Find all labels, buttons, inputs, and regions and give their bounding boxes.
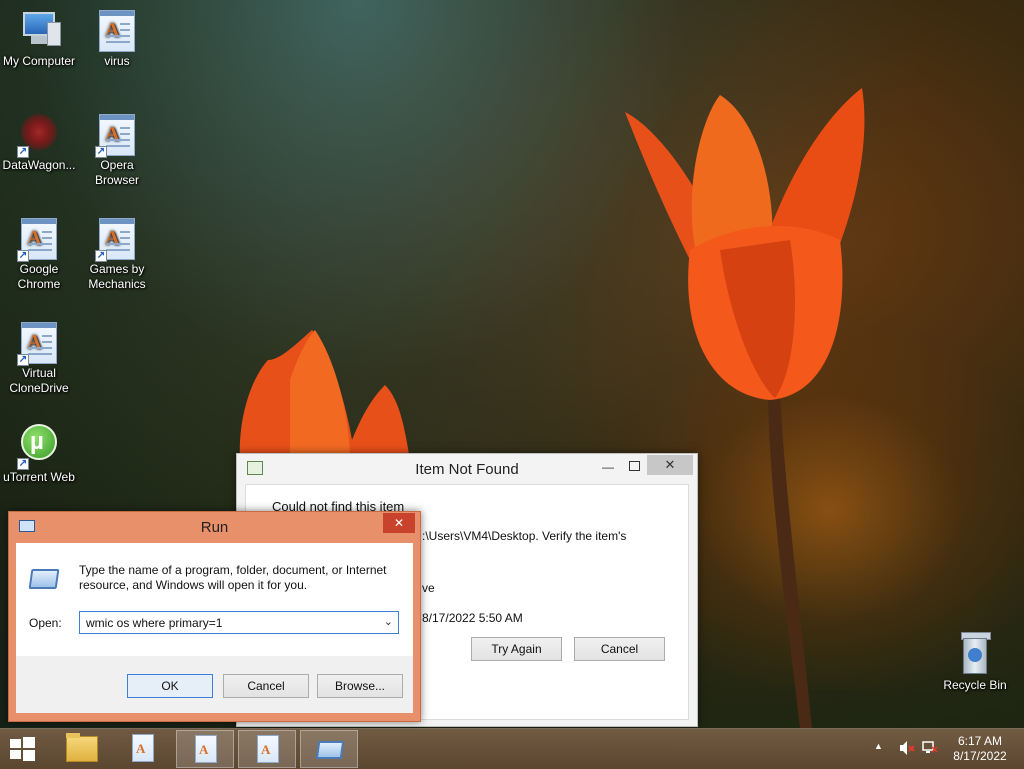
maximize-icon [628, 461, 640, 471]
taskbar-app-2[interactable]: A [176, 730, 234, 768]
run-dialog: Run ✕ Type the name of a program, folder… [8, 511, 421, 722]
chevron-down-icon[interactable]: ⌄ [384, 615, 393, 628]
show-hidden-icons-button[interactable]: ▲ [874, 741, 883, 751]
window-title: Run [200, 519, 229, 536]
close-icon: ✕ [664, 457, 676, 472]
message-date: 8/17/2022 5:50 AM [422, 611, 523, 625]
cancel-button[interactable]: Cancel [574, 637, 665, 661]
taskbar-app-1[interactable]: A [114, 730, 172, 768]
datawagon-icon: ↗ [17, 112, 61, 158]
browse-button[interactable]: Browse... [317, 674, 403, 698]
run-program-icon [315, 741, 345, 759]
document-icon: A [195, 735, 217, 763]
message-path: :\Users\VM4\Desktop. Verify the item's [422, 529, 627, 543]
desktop-icon-label: DataWagon... [2, 158, 76, 172]
document-icon: A ↗ [95, 216, 139, 262]
ok-button[interactable]: OK [127, 674, 213, 698]
taskbar-app-3[interactable]: A [238, 730, 296, 768]
shortcut-arrow-icon: ↗ [95, 250, 107, 262]
desktop-icon-label: My Computer [2, 54, 76, 68]
document-icon: A [132, 734, 154, 762]
minimize-button[interactable]: — [595, 460, 621, 478]
open-label: Open: [29, 616, 62, 630]
windows-logo-icon [10, 737, 35, 761]
desktop-icon-opera[interactable]: A ↗ Opera Browser [79, 112, 155, 188]
run-titlebar[interactable]: Run ✕ [9, 512, 420, 542]
utorrent-icon: µ ↗ [17, 424, 61, 470]
desktop-icon-label: Virtual CloneDrive [9, 366, 69, 395]
desktop-icon-label: Recycle Bin [943, 678, 1007, 692]
desktop-icon-virtual-clonedrive[interactable]: A ↗ Virtual CloneDrive [1, 320, 77, 396]
run-footer: OK Cancel Browse... [16, 656, 413, 713]
maximize-button[interactable] [621, 458, 647, 476]
taskbar-file-explorer[interactable] [54, 730, 112, 768]
folder-icon [66, 736, 98, 762]
recycle-bin-icon [953, 632, 997, 676]
desktop-icon-label: Opera Browser [94, 158, 139, 187]
clock-time: 6:17 AM [957, 734, 1003, 748]
folder-tab [66, 733, 80, 738]
document-icon: A ↗ [17, 320, 61, 366]
shortcut-arrow-icon: ↗ [95, 146, 107, 158]
try-again-button[interactable]: Try Again [471, 637, 562, 661]
document-icon: A [95, 8, 139, 52]
open-input-value: wmic os where primary=1 [86, 616, 223, 630]
item-not-found-titlebar[interactable]: Item Not Found — ✕ [237, 454, 697, 484]
network-icon[interactable] [922, 740, 938, 756]
speaker-muted-icon[interactable] [898, 740, 916, 756]
run-body: Type the name of a program, folder, docu… [16, 543, 413, 656]
shortcut-arrow-icon: ↗ [17, 250, 29, 262]
shortcut-arrow-icon: ↗ [17, 458, 29, 470]
document-icon: A ↗ [17, 216, 61, 262]
taskbar: A A A ▲ 6:17 AM 8/17/2022 [0, 728, 1024, 769]
desktop-icon-recycle-bin[interactable]: Recycle Bin [937, 632, 1013, 693]
clock-date: 8/17/2022 [953, 749, 1007, 763]
desktop-icon-label: virus [104, 54, 130, 68]
desktop-icon-my-computer[interactable]: My Computer [1, 8, 77, 69]
desktop-icon-utorrent-web[interactable]: µ ↗ uTorrent Web [1, 424, 77, 485]
desktop-icon-virus[interactable]: A virus [79, 8, 155, 69]
cancel-button[interactable]: Cancel [223, 674, 309, 698]
close-icon: ✕ [393, 516, 405, 530]
close-button[interactable]: ✕ [383, 513, 415, 533]
clock[interactable]: 6:17 AM 8/17/2022 [946, 734, 1014, 764]
message-fragment: ve [422, 581, 435, 595]
desktop-icon-label: uTorrent Web [3, 470, 75, 484]
document-icon: A [257, 735, 279, 763]
shortcut-arrow-icon: ↗ [17, 354, 29, 366]
document-icon: A ↗ [95, 112, 139, 158]
run-description: Type the name of a program, folder, docu… [79, 563, 387, 592]
close-button[interactable]: ✕ [647, 455, 693, 475]
run-program-icon [28, 569, 60, 589]
desktop-icon-games-by-mechanics[interactable]: A ↗ Games by Mechanics [79, 216, 155, 292]
start-button[interactable] [8, 736, 38, 762]
desktop-icon-label: Games by Mechanics [88, 262, 146, 291]
desktop-icon-datawagon[interactable]: ↗ DataWagon... [1, 112, 77, 173]
taskbar-run[interactable] [300, 730, 358, 768]
desktop-icon-google-chrome[interactable]: A ↗ Google Chrome [1, 216, 77, 292]
shortcut-arrow-icon: ↗ [17, 146, 29, 158]
desktop-icon-label: Google Chrome [17, 262, 61, 291]
open-input[interactable]: wmic os where primary=1 ⌄ [79, 611, 399, 634]
computer-icon [17, 8, 61, 52]
